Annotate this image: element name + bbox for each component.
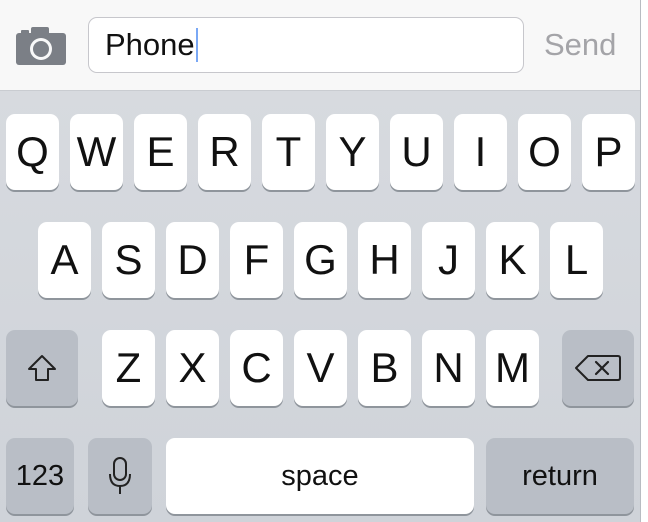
- dictation-key[interactable]: [88, 438, 152, 514]
- key-c[interactable]: C: [230, 330, 283, 406]
- key-z[interactable]: Z: [102, 330, 155, 406]
- messages-screen: Phone Send Q W E R T Y U I O P A S D F G…: [0, 0, 648, 522]
- key-m[interactable]: M: [486, 330, 539, 406]
- key-n[interactable]: N: [422, 330, 475, 406]
- key-p[interactable]: P: [582, 114, 635, 190]
- key-j[interactable]: J: [422, 222, 475, 298]
- camera-icon: [16, 27, 66, 65]
- key-t[interactable]: T: [262, 114, 315, 190]
- key-k[interactable]: K: [486, 222, 539, 298]
- message-input[interactable]: Phone: [88, 17, 524, 73]
- delete-key[interactable]: [562, 330, 634, 406]
- key-a[interactable]: A: [38, 222, 91, 298]
- key-s[interactable]: S: [102, 222, 155, 298]
- camera-button[interactable]: [14, 24, 68, 68]
- key-e[interactable]: E: [134, 114, 187, 190]
- key-x[interactable]: X: [166, 330, 219, 406]
- text-caret: [195, 28, 198, 62]
- key-i[interactable]: I: [454, 114, 507, 190]
- key-v[interactable]: V: [294, 330, 347, 406]
- microphone-icon: [109, 457, 131, 494]
- key-o[interactable]: O: [518, 114, 571, 190]
- key-q[interactable]: Q: [6, 114, 59, 190]
- key-d[interactable]: D: [166, 222, 219, 298]
- key-f[interactable]: F: [230, 222, 283, 298]
- send-button[interactable]: Send: [544, 27, 616, 63]
- return-key[interactable]: return: [486, 438, 634, 514]
- screen-edge: [640, 0, 648, 522]
- shift-key[interactable]: [6, 330, 78, 406]
- key-g[interactable]: G: [294, 222, 347, 298]
- numbers-key[interactable]: 123: [6, 438, 74, 514]
- message-input-text: Phone: [105, 27, 195, 62]
- key-u[interactable]: U: [390, 114, 443, 190]
- key-y[interactable]: Y: [326, 114, 379, 190]
- shift-icon: [28, 355, 56, 381]
- space-key[interactable]: space: [166, 438, 474, 514]
- key-w[interactable]: W: [70, 114, 123, 190]
- key-b[interactable]: B: [358, 330, 411, 406]
- keyboard: Q W E R T Y U I O P A S D F G H J K L Z …: [0, 91, 640, 522]
- key-h[interactable]: H: [358, 222, 411, 298]
- compose-bar: Phone Send: [0, 0, 640, 91]
- key-l[interactable]: L: [550, 222, 603, 298]
- backspace-icon: [575, 355, 621, 381]
- key-r[interactable]: R: [198, 114, 251, 190]
